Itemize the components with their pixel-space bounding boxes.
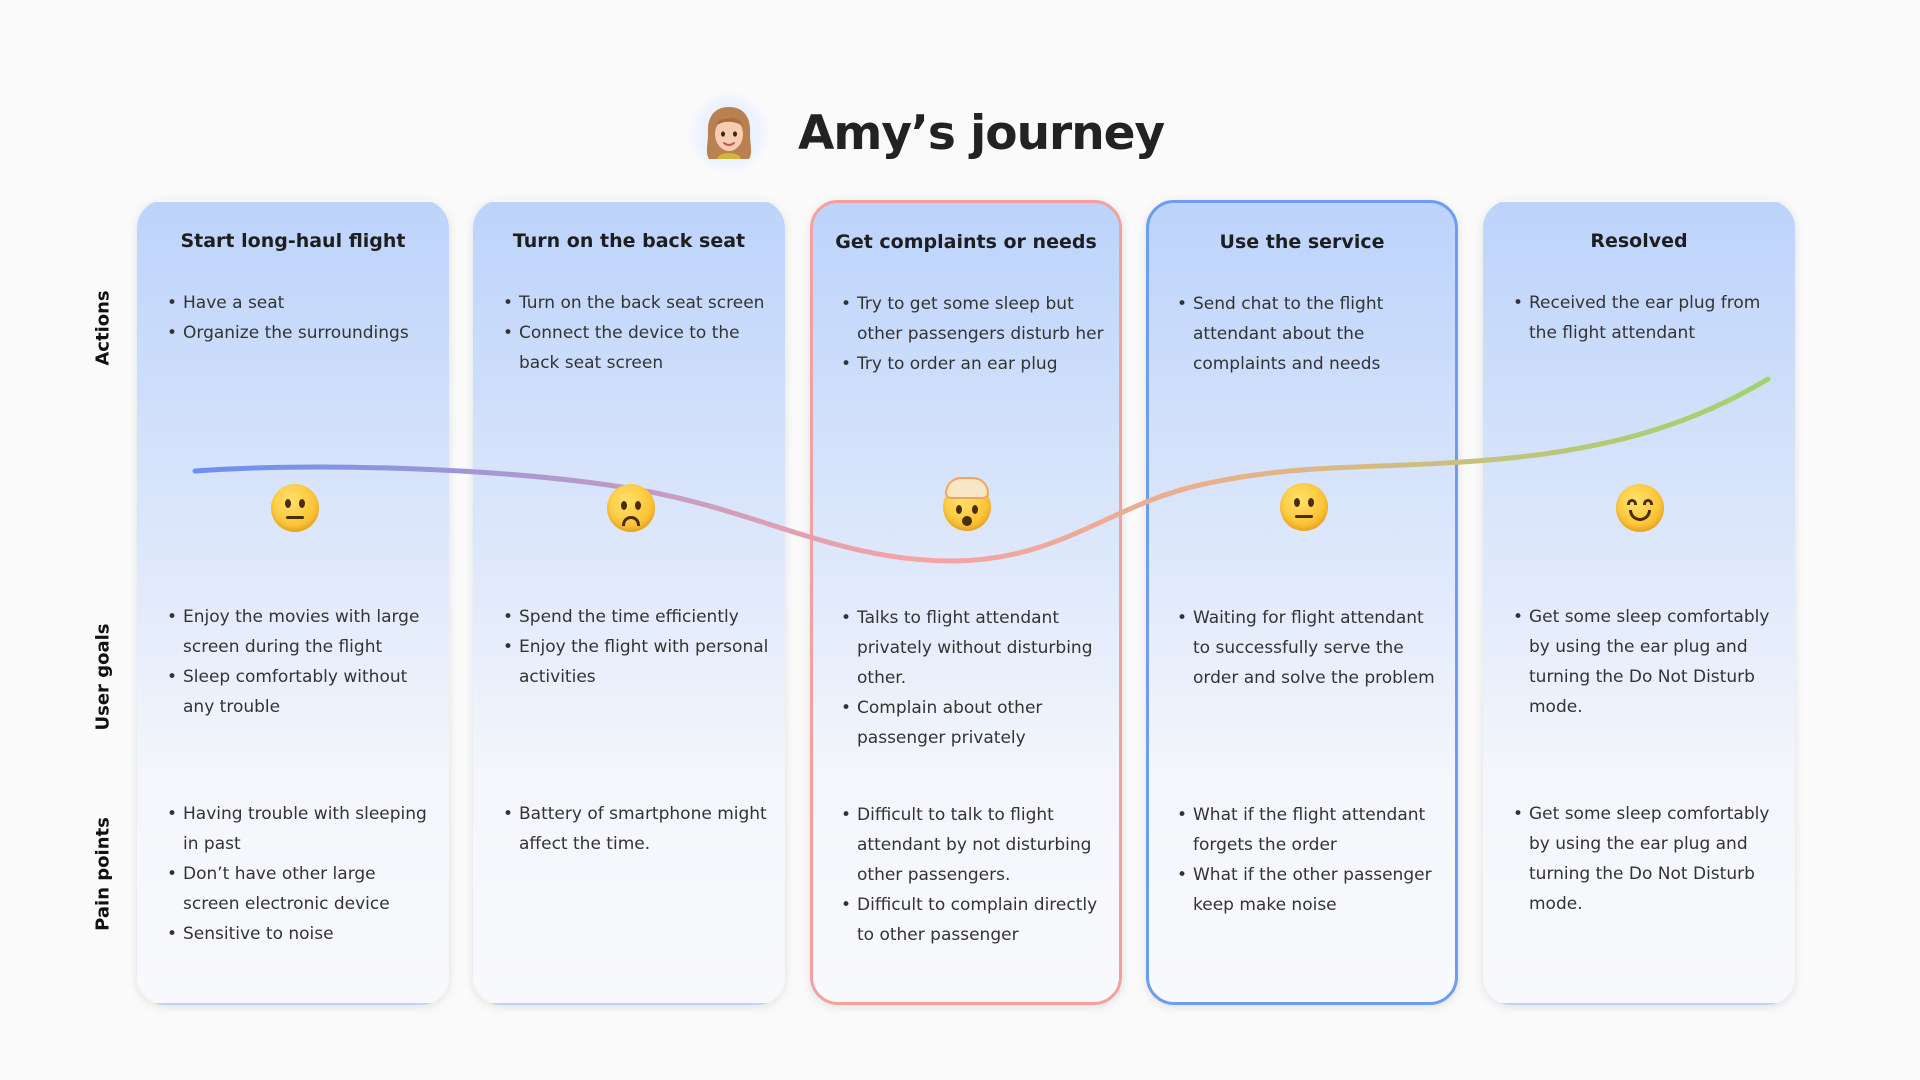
smiling-face-icon — [1616, 484, 1664, 532]
stage-card-2: Turn on the back seat Turn on the back s… — [473, 200, 785, 1005]
pain-item: Battery of smartphone might affect the t… — [501, 799, 771, 859]
stage-actions: Received the ear plug from the flight at… — [1511, 288, 1781, 348]
stage-goals: Get some sleep comfortably by using the … — [1511, 602, 1781, 722]
goal-item: Spend the time efficiently — [501, 602, 771, 632]
worried-face-icon — [607, 484, 655, 532]
goal-item: Sleep comfortably without any trouble — [165, 662, 435, 722]
stage-goals: Talks to flight attendant privately with… — [839, 603, 1107, 753]
action-item: Try to order an ear plug — [839, 349, 1107, 379]
avatar — [688, 92, 770, 174]
row-label-user-goals: User goals — [92, 623, 114, 731]
stage-actions: Turn on the back seat screen Connect the… — [501, 288, 771, 378]
row-label-actions: Actions — [92, 290, 114, 366]
stage-title: Get complaints or needs — [835, 231, 1097, 253]
stage-goals: Enjoy the movies with large screen durin… — [165, 602, 435, 722]
action-item: Send chat to the flight attendant about … — [1175, 289, 1443, 379]
goal-item: Waiting for flight attendant to successf… — [1175, 603, 1443, 693]
pain-item: Don’t have other large screen electronic… — [165, 859, 435, 919]
pain-item: Get some sleep comfortably by using the … — [1511, 799, 1781, 919]
goal-item: Complain about other passenger privately — [839, 693, 1107, 753]
pain-item: Sensitive to noise — [165, 919, 435, 949]
goal-item: Talks to flight attendant privately with… — [839, 603, 1107, 693]
stage-title: Use the service — [1219, 231, 1385, 253]
pain-item: What if the flight attendant forgets the… — [1175, 800, 1443, 860]
stage-title: Resolved — [1590, 230, 1688, 252]
stage-pain-points: What if the flight attendant forgets the… — [1175, 800, 1443, 920]
stage-pain-points: Battery of smartphone might affect the t… — [501, 799, 771, 859]
stage-card-4: Use the service Send chat to the flight … — [1146, 200, 1458, 1005]
title-group: Amy’s journey — [688, 92, 1165, 174]
pain-item: Difficult to talk to flight attendant by… — [839, 800, 1107, 890]
goal-item: Get some sleep comfortably by using the … — [1511, 602, 1781, 722]
action-item: Received the ear plug from the flight at… — [1511, 288, 1781, 348]
stage-actions: Send chat to the flight attendant about … — [1175, 289, 1443, 379]
row-label-pain-points: Pain points — [92, 817, 114, 931]
action-item: Organize the surroundings — [165, 318, 435, 348]
exploding-head-icon — [943, 477, 991, 531]
neutral-face-icon — [1280, 483, 1328, 531]
page-title: Amy’s journey — [798, 105, 1165, 161]
stage-pain-points: Get some sleep comfortably by using the … — [1511, 799, 1781, 919]
action-item: Turn on the back seat screen — [501, 288, 771, 318]
action-item: Connect the device to the back seat scre… — [501, 318, 771, 378]
action-item: Try to get some sleep but other passenge… — [839, 289, 1107, 349]
stage-card-1: Start long-haul flight Have a seat Organ… — [137, 200, 449, 1005]
pain-item: What if the other passenger keep make no… — [1175, 860, 1443, 920]
stage-pain-points: Having trouble with sleeping in past Don… — [165, 799, 435, 949]
stage-card-3: Get complaints or needs Try to get some … — [810, 200, 1122, 1005]
stage-actions: Try to get some sleep but other passenge… — [839, 289, 1107, 379]
stage-goals: Spend the time efficiently Enjoy the fli… — [501, 602, 771, 692]
goal-item: Enjoy the flight with personal activitie… — [501, 632, 771, 692]
pain-item: Having trouble with sleeping in past — [165, 799, 435, 859]
pain-item: Difficult to complain directly to other … — [839, 890, 1107, 950]
stage-actions: Have a seat Organize the surroundings — [165, 288, 435, 348]
neutral-face-icon — [271, 484, 319, 532]
action-item: Have a seat — [165, 288, 435, 318]
goal-item: Enjoy the movies with large screen durin… — [165, 602, 435, 662]
avatar-memoji-icon — [706, 107, 752, 159]
stage-goals: Waiting for flight attendant to successf… — [1175, 603, 1443, 693]
stage-card-5: Resolved Received the ear plug from the … — [1483, 200, 1795, 1005]
stage-title: Turn on the back seat — [512, 230, 746, 252]
stage-pain-points: Difficult to talk to flight attendant by… — [839, 800, 1107, 950]
stage-title: Start long-haul flight — [180, 230, 406, 252]
